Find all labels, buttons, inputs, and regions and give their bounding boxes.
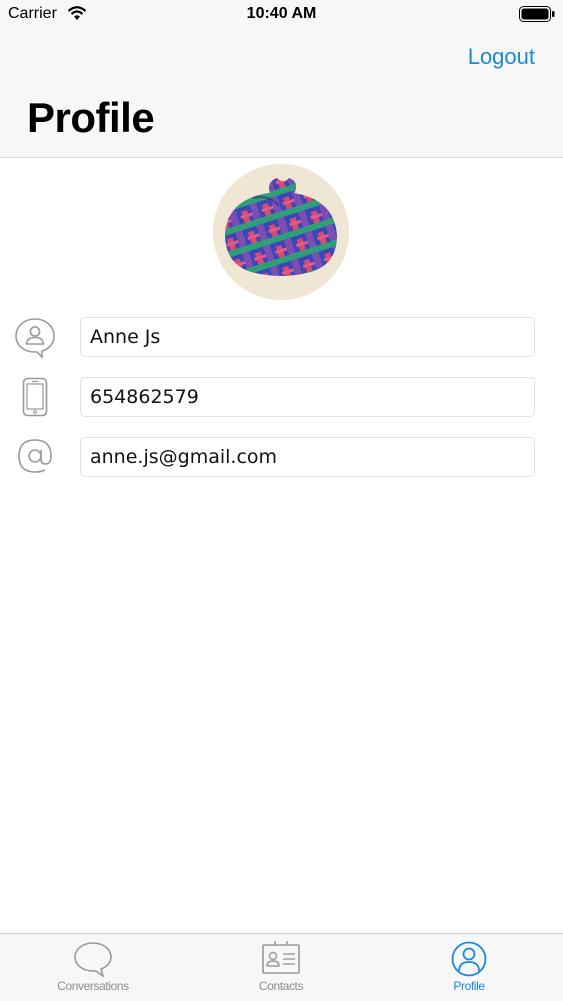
profile-icon xyxy=(451,941,487,977)
tab-contacts-label: Contacts xyxy=(258,979,304,993)
tab-profile[interactable]: Profile xyxy=(394,934,544,1001)
navigation-bar: Logout Profile xyxy=(0,30,563,158)
tab-conversations-label: Conversations xyxy=(57,979,129,993)
status-time: 10:40 AM xyxy=(246,5,317,22)
at-sign-icon xyxy=(18,439,52,473)
tab-bar: Conversations Contacts Profile xyxy=(0,933,563,1001)
status-bar: Carrier 10:40 AM xyxy=(0,0,563,30)
tab-conversations[interactable]: Conversations xyxy=(18,934,168,1001)
email-field[interactable]: anne.js@gmail.com xyxy=(80,437,535,477)
phone-field[interactable]: 654862579 xyxy=(80,377,535,417)
name-field[interactable]: Anne Js xyxy=(80,317,535,357)
phone-icon xyxy=(22,377,48,417)
user-icon xyxy=(15,318,55,359)
avatar-image xyxy=(213,164,349,300)
avatar[interactable] xyxy=(213,164,349,300)
tab-profile-label: Profile xyxy=(453,979,485,993)
page-title: Profile xyxy=(27,94,155,141)
battery-icon xyxy=(519,6,555,22)
contact-card-icon xyxy=(262,941,300,974)
tab-contacts[interactable]: Contacts xyxy=(206,934,356,1001)
chat-bubble-icon xyxy=(74,942,112,977)
logout-button[interactable]: Logout xyxy=(468,44,535,70)
